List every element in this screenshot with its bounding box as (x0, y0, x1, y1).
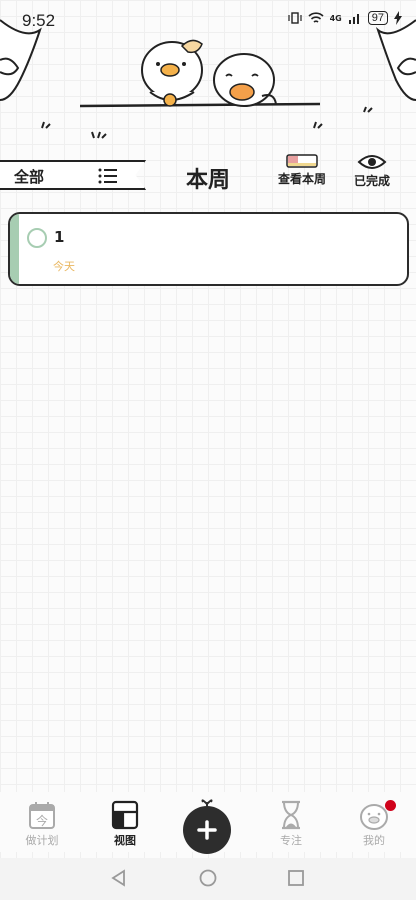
task-card[interactable]: 1 今天 (8, 212, 409, 286)
eye-icon (357, 155, 387, 169)
view-layout-icon (111, 800, 139, 830)
nav-item-focus[interactable]: 专注 (261, 800, 321, 848)
week-bar-icon (286, 154, 318, 168)
add-task-button[interactable] (183, 806, 231, 854)
task-title: 1 (54, 228, 65, 246)
duck-illustration (0, 19, 416, 139)
nav-label-view: 视图 (114, 834, 136, 847)
list-icon (98, 168, 117, 184)
task-complete-checkbox[interactable] (27, 228, 47, 248)
nav-item-plan[interactable]: 今 做计划 (12, 800, 72, 848)
fab-sprout-icon (201, 799, 213, 810)
nav-item-view[interactable]: 视图 (95, 800, 155, 848)
svg-text:今: 今 (36, 813, 48, 828)
task-priority-stripe (10, 214, 19, 284)
notification-badge (385, 800, 396, 811)
filter-dropdown[interactable]: 全部 (0, 160, 146, 190)
calendar-icon: 今 (29, 802, 55, 829)
view-week-label: 查看本周 (278, 172, 327, 186)
nav-label-focus: 专注 (280, 834, 302, 847)
nav-label-plan: 做计划 (25, 834, 59, 847)
back-icon[interactable] (110, 869, 128, 887)
recents-icon[interactable] (287, 869, 305, 887)
page-title: 本周 (186, 167, 231, 193)
hourglass-icon (282, 800, 300, 830)
view-week-button[interactable]: 查看本周 (278, 154, 326, 187)
home-icon[interactable] (199, 869, 217, 887)
system-nav-bar (0, 858, 416, 900)
nav-label-mine: 我的 (363, 834, 385, 847)
task-date: 今天 (53, 260, 75, 273)
completed-button[interactable]: 已完成 (354, 154, 390, 189)
plus-icon (197, 820, 217, 840)
filter-label: 全部 (14, 168, 45, 186)
completed-label: 已完成 (354, 174, 391, 188)
